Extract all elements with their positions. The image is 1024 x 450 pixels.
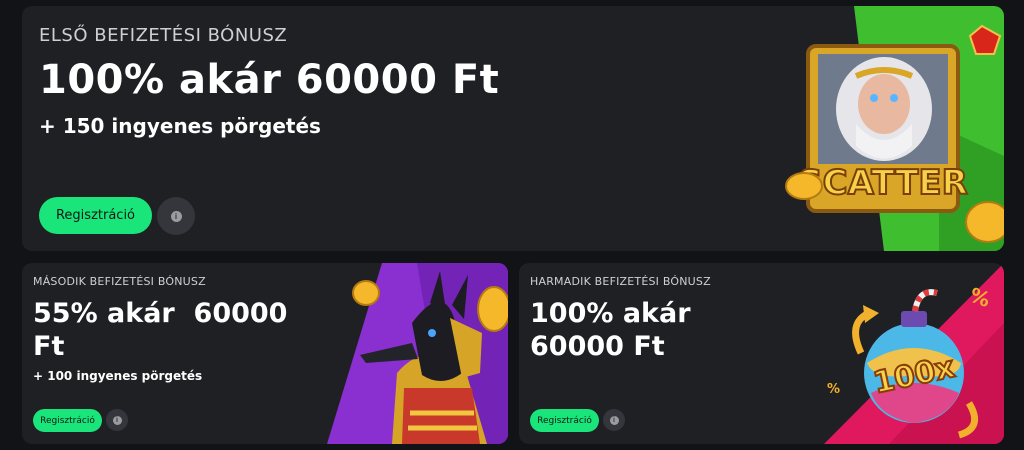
gold-coin-icon [785,172,823,200]
third-bonus-eyebrow: HARMADIK BEFIZETÉSI BÓNUSZ [530,275,711,288]
second-deposit-bonus-card: MÁSODIK BEFIZETÉSI BÓNUSZ 55% akár 60000… [22,263,508,444]
scatter-label: SCATTER [798,163,968,203]
gold-coin-icon [965,201,1004,243]
percent-icon: % [827,382,840,397]
zeus-scatter-artwork: SCATTER [785,6,1004,251]
first-bonus-subline: + 150 ingyenes pörgetés [39,114,321,138]
third-bonus-headline: 100% akár 60000 Ft [530,298,691,362]
info-icon: i [170,210,182,222]
info-icon: i [609,415,619,425]
gold-coin-icon [477,286,508,332]
bomb-multiplier-artwork: 100x % % [824,263,1004,444]
first-bonus-headline: 100% akár 60000 Ft [39,57,500,103]
anubis-artwork [327,263,508,444]
register-button[interactable]: Regisztráció [33,409,102,432]
info-button[interactable]: i [106,409,128,431]
info-button[interactable]: i [157,197,195,235]
first-deposit-bonus-card: ELSŐ BEFIZETÉSI BÓNUSZ 100% akár 60000 F… [22,6,1004,251]
second-bonus-subline: + 100 ingyenes pörgetés [33,369,203,383]
info-button[interactable]: i [603,409,625,431]
second-bonus-headline: 55% akár 60000 Ft [33,298,288,362]
register-button[interactable]: Regisztráció [39,197,152,234]
second-bonus-eyebrow: MÁSODIK BEFIZETÉSI BÓNUSZ [33,275,206,288]
gold-coin-icon [352,280,380,306]
info-icon: i [112,415,122,425]
third-deposit-bonus-card: HARMADIK BEFIZETÉSI BÓNUSZ 100% akár 600… [519,263,1004,444]
first-bonus-eyebrow: ELSŐ BEFIZETÉSI BÓNUSZ [39,25,288,46]
register-button[interactable]: Regisztráció [530,409,599,432]
